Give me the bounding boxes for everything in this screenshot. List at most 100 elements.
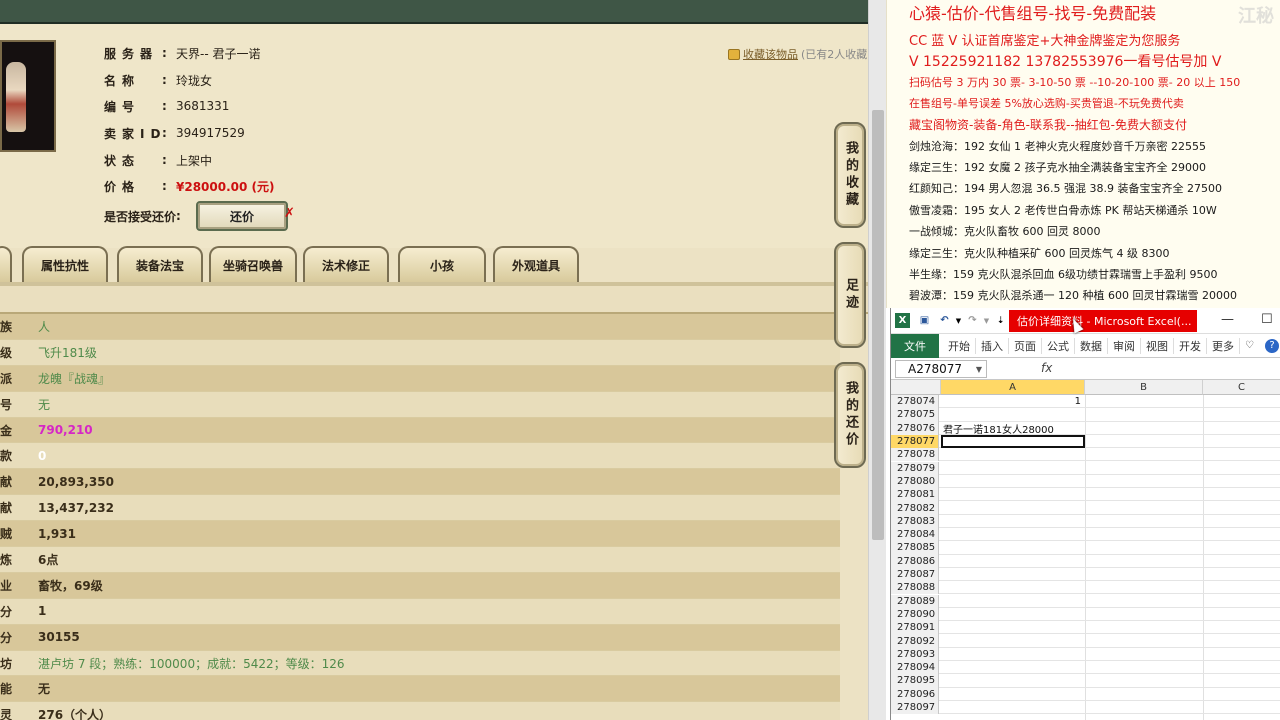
- row-number[interactable]: 278076: [891, 421, 939, 435]
- table-row[interactable]: 278084: [891, 528, 1280, 542]
- table-row[interactable]: 278090: [891, 607, 1280, 622]
- cell-a[interactable]: [941, 608, 1085, 621]
- cell-a[interactable]: [941, 541, 1085, 554]
- table-row[interactable]: 278088: [891, 581, 1280, 595]
- cell-a[interactable]: [941, 674, 1085, 687]
- cell-a[interactable]: [941, 595, 1085, 608]
- name-box[interactable]: A278077 ▼: [895, 360, 987, 378]
- footprint-button[interactable]: 足迹: [834, 242, 866, 348]
- table-row[interactable]: 278089: [891, 594, 1280, 608]
- row-number[interactable]: 278097: [891, 700, 939, 715]
- name-box-dropdown-icon[interactable]: ▼: [976, 365, 982, 374]
- table-row[interactable]: 278092: [891, 634, 1280, 648]
- cell-a[interactable]: [941, 581, 1085, 594]
- table-row[interactable]: 278075: [891, 408, 1280, 422]
- row-number[interactable]: 278084: [891, 528, 939, 542]
- row-number[interactable]: 278074: [891, 395, 939, 409]
- my-bargains-button[interactable]: 我的还价: [834, 362, 866, 468]
- tab-file[interactable]: 文件: [891, 333, 939, 358]
- table-row[interactable]: 278078: [891, 448, 1280, 462]
- row-number[interactable]: 278082: [891, 501, 939, 515]
- cell-a[interactable]: [941, 488, 1085, 501]
- row-number[interactable]: 278090: [891, 607, 939, 622]
- cell-a[interactable]: [941, 701, 1085, 714]
- tab-page[interactable]: 页面: [1009, 337, 1042, 354]
- table-row[interactable]: 278080: [891, 474, 1280, 489]
- row-number[interactable]: 278083: [891, 514, 939, 528]
- close-icon[interactable]: ✗: [284, 206, 295, 221]
- tab-more[interactable]: 更多: [1207, 337, 1240, 354]
- row-number[interactable]: 278089: [891, 594, 939, 608]
- row-number[interactable]: 278096: [891, 687, 939, 701]
- table-row[interactable]: 278081: [891, 488, 1280, 502]
- cell-a[interactable]: [941, 648, 1085, 661]
- row-number[interactable]: 278087: [891, 567, 939, 582]
- redo-dropdown-icon[interactable]: ▼: [979, 313, 994, 328]
- table-row[interactable]: 278095: [891, 674, 1280, 688]
- tab-equipment[interactable]: 装备法宝: [117, 246, 203, 282]
- table-row[interactable]: 278094: [891, 661, 1280, 675]
- cell-a[interactable]: [941, 448, 1085, 461]
- cell-a[interactable]: [941, 555, 1085, 568]
- row-number[interactable]: 278095: [891, 674, 939, 688]
- tab-home[interactable]: 开始: [943, 337, 976, 354]
- cell-a[interactable]: [941, 688, 1085, 701]
- row-number[interactable]: 278091: [891, 621, 939, 635]
- cell-a[interactable]: [941, 621, 1085, 634]
- tab-data[interactable]: 数据: [1075, 337, 1108, 354]
- customize-qat-icon[interactable]: ⇣: [993, 313, 1008, 328]
- tab-basic[interactable]: [0, 246, 12, 282]
- row-number[interactable]: 278088: [891, 581, 939, 595]
- cell-a[interactable]: 君子一诺181女人28000: [941, 422, 1085, 436]
- tab-formulas[interactable]: 公式: [1042, 337, 1075, 354]
- row-number[interactable]: 278075: [891, 408, 939, 422]
- row-number[interactable]: 278081: [891, 488, 939, 502]
- row-number[interactable]: 278080: [891, 474, 939, 489]
- table-row[interactable]: 278086: [891, 554, 1280, 568]
- column-header-c[interactable]: C: [1203, 380, 1280, 395]
- tab-appearance[interactable]: 外观道具: [493, 246, 579, 282]
- tab-developer[interactable]: 开发: [1174, 337, 1207, 354]
- table-row[interactable]: 278083: [891, 514, 1280, 528]
- fx-icon[interactable]: fx: [1041, 361, 1052, 375]
- cell-a[interactable]: [941, 434, 1085, 449]
- redo-icon[interactable]: ↷: [965, 313, 980, 328]
- table-row[interactable]: 278091: [891, 621, 1280, 635]
- undo-icon[interactable]: ↶: [937, 313, 952, 328]
- row-number[interactable]: 278078: [891, 448, 939, 462]
- column-header-a[interactable]: A: [941, 380, 1085, 395]
- help-icon[interactable]: ?: [1264, 338, 1279, 353]
- collect-link[interactable]: 收藏该物品 (已有2人收藏: [728, 46, 867, 62]
- cell-a[interactable]: 1: [941, 395, 1085, 408]
- scroll-thumb[interactable]: [872, 110, 884, 540]
- row-number[interactable]: 278092: [891, 634, 939, 648]
- cell-a[interactable]: [941, 408, 1085, 421]
- column-header-b[interactable]: B: [1085, 380, 1203, 395]
- tab-attributes[interactable]: 属性抗性: [22, 246, 108, 282]
- row-number[interactable]: 278086: [891, 554, 939, 568]
- select-all-corner[interactable]: [891, 380, 941, 395]
- table-row[interactable]: 278077: [891, 434, 1280, 449]
- cell-a[interactable]: [941, 475, 1085, 488]
- save-icon[interactable]: ▣: [917, 313, 932, 328]
- spreadsheet-grid[interactable]: A B C 278074 1 278075 278076 君子一诺181女人28000 2…: [891, 380, 1280, 720]
- table-row[interactable]: 278093: [891, 647, 1280, 661]
- tab-view[interactable]: 视图: [1141, 337, 1174, 354]
- minimize-icon[interactable]: —: [1221, 312, 1234, 327]
- cell-a[interactable]: [941, 568, 1085, 581]
- row-number[interactable]: 278093: [891, 647, 939, 661]
- my-favorites-button[interactable]: 我的收藏: [834, 122, 866, 228]
- table-row[interactable]: 278079: [891, 461, 1280, 475]
- table-row[interactable]: 278096: [891, 687, 1280, 701]
- cell-a[interactable]: [941, 501, 1085, 514]
- ribbon-collapse-icon[interactable]: ♡: [1240, 340, 1259, 351]
- row-number[interactable]: 278079: [891, 461, 939, 475]
- tab-mounts-pets[interactable]: 坐骑召唤兽: [209, 246, 297, 282]
- bargain-button[interactable]: 还价: [196, 201, 288, 231]
- cell-a[interactable]: [941, 528, 1085, 541]
- cell-a[interactable]: [941, 515, 1085, 528]
- table-row[interactable]: 278097: [891, 700, 1280, 715]
- row-number[interactable]: 278094: [891, 661, 939, 675]
- tab-review[interactable]: 审阅: [1108, 337, 1141, 354]
- collect-link-label[interactable]: 收藏该物品: [743, 46, 798, 62]
